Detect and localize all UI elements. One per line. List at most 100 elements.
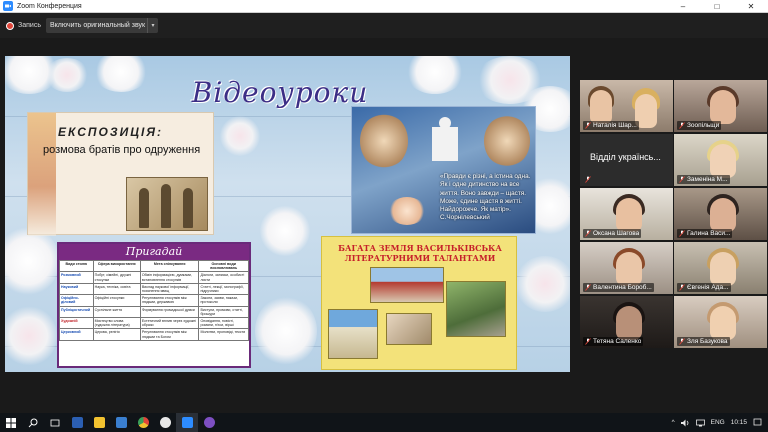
slide-title: Відеоуроки bbox=[191, 76, 369, 109]
table-cell: Обмін інформацією, думками, встановлення… bbox=[139, 271, 200, 284]
participant-video bbox=[710, 306, 736, 340]
participant-tile[interactable]: Заменіна М... bbox=[674, 134, 767, 186]
participant-name-tag bbox=[583, 175, 595, 184]
mic-muted-icon bbox=[585, 284, 591, 291]
table-row: Розмовний Побут, сімейні, дружні стосунк… bbox=[59, 271, 249, 284]
participant-name-tag: Зля Базукова bbox=[677, 337, 730, 346]
blossom-decoration bbox=[45, 58, 89, 92]
table-row: Церковний Церква, релігія Регулювання ст… bbox=[59, 328, 249, 341]
figure-shape bbox=[183, 188, 193, 228]
windows-logo-icon bbox=[6, 417, 16, 428]
participant-tile[interactable]: Євгенія Ада... bbox=[674, 242, 767, 294]
zoom-app-icon bbox=[3, 1, 13, 11]
table-cell: Виступи, промови, статті, брошури bbox=[198, 305, 249, 319]
participant-name-tag: Зоопільщи bbox=[677, 121, 722, 130]
task-view-button[interactable] bbox=[44, 413, 66, 432]
start-button[interactable] bbox=[0, 413, 22, 432]
taskbar-app-store[interactable] bbox=[110, 413, 132, 432]
table-cell: Науковий bbox=[59, 282, 94, 296]
participant-name: Зля Базукова bbox=[687, 338, 728, 345]
taskbar-app-chrome[interactable] bbox=[132, 413, 154, 432]
participant-tile[interactable]: Наталія Шар... bbox=[580, 80, 673, 132]
blossom-decoration bbox=[255, 296, 317, 366]
monument-image bbox=[446, 281, 506, 337]
participant-name: Тетяна Саленко bbox=[593, 338, 642, 345]
figure-shape bbox=[161, 184, 171, 228]
taskbar-app-yandex[interactable] bbox=[154, 413, 176, 432]
participant-tile[interactable]: Зоопільщи bbox=[674, 80, 767, 132]
volume-icon[interactable] bbox=[680, 419, 690, 427]
window-title: Zoom Конференция bbox=[17, 2, 82, 10]
table-header: Мета спілкування bbox=[139, 259, 200, 273]
church-image bbox=[432, 127, 458, 161]
blossom-decoration bbox=[5, 306, 57, 366]
table-header-row: Види стилю Сфера використання Мета спілк… bbox=[59, 259, 249, 273]
taskbar-app-zoom[interactable] bbox=[176, 413, 198, 432]
blossom-decoration bbox=[515, 256, 570, 312]
table-cell: Виклад наукової інформації, пояснення яв… bbox=[139, 282, 200, 296]
record-button[interactable]: Запись bbox=[6, 19, 41, 32]
participant-name: Зоопільщи bbox=[687, 122, 720, 129]
participant-tile[interactable]: Відділ українсь... bbox=[580, 134, 673, 186]
participant-tile[interactable]: Зля Базукова bbox=[674, 296, 767, 348]
minimize-button[interactable]: – bbox=[666, 0, 700, 13]
close-button[interactable]: ✕ bbox=[734, 0, 768, 13]
table-cell: Офіційно-діловий bbox=[59, 294, 94, 307]
collage-card: «Правди є різні, а істина одна. Як і одн… bbox=[351, 106, 536, 234]
table-cell: Офіційні стосунки bbox=[92, 294, 141, 307]
clock[interactable]: 10:15 bbox=[731, 419, 747, 426]
table-cell: Публіцистичний bbox=[59, 305, 94, 319]
maximize-button[interactable]: □ bbox=[700, 0, 734, 13]
browser-icon bbox=[159, 417, 171, 428]
windows-taskbar: ^ ENG 10:15 bbox=[0, 413, 768, 432]
table-cell: Розмовний bbox=[59, 271, 94, 284]
chevron-down-icon[interactable]: ▾ bbox=[147, 18, 158, 33]
mic-muted-icon bbox=[585, 176, 591, 183]
search-button[interactable] bbox=[22, 413, 44, 432]
store-icon bbox=[115, 417, 127, 428]
window-titlebar: Zoom Конференция – □ ✕ bbox=[0, 0, 768, 13]
network-icon[interactable] bbox=[695, 419, 705, 427]
participant-tile[interactable]: Галина Васи... bbox=[674, 188, 767, 240]
input-language[interactable]: ENG bbox=[711, 419, 725, 426]
mic-muted-icon bbox=[585, 230, 591, 237]
sleeping-child-image bbox=[388, 197, 426, 225]
search-icon bbox=[28, 418, 38, 427]
writing-image bbox=[386, 313, 432, 345]
participant-video bbox=[710, 144, 736, 178]
participant-tile[interactable]: Тетяна Саленко bbox=[580, 296, 673, 348]
folder-icon bbox=[93, 417, 105, 428]
taskbar-app-word[interactable] bbox=[66, 413, 88, 432]
mic-muted-icon bbox=[679, 338, 685, 345]
participant-name: Оксана Шагова bbox=[593, 230, 640, 237]
participant-video bbox=[616, 198, 642, 232]
original-sound-button[interactable]: Включить оригинальный звук ▾ bbox=[46, 18, 158, 33]
table-row: Художній Мистецтво слова (художня літера… bbox=[59, 317, 249, 330]
tray-overflow-icon[interactable]: ^ bbox=[672, 419, 675, 426]
taskbar-app-explorer[interactable] bbox=[88, 413, 110, 432]
shared-screen-area: Відеоуроки ЕКСПОЗИЦІЯ: розмова братів пр… bbox=[0, 38, 768, 413]
blossom-decoration bbox=[220, 116, 260, 156]
styles-table-card: Пригадай Види стилю Сфера використання М… bbox=[57, 242, 251, 368]
task-view-icon bbox=[50, 419, 60, 426]
participant-tile[interactable]: Валентина Бороб... bbox=[580, 242, 673, 294]
table-cell: Формування громадської думки bbox=[139, 305, 200, 319]
exposition-card: ЕКСПОЗИЦІЯ: розмова братів про одруження bbox=[27, 112, 214, 236]
participant-name: Заменіна М... bbox=[687, 176, 728, 183]
mic-muted-icon bbox=[679, 176, 685, 183]
notification-icon[interactable] bbox=[753, 418, 762, 427]
table-cell: Закони, заяви, накази, протоколи bbox=[198, 294, 249, 307]
exposition-title: ЕКСПОЗИЦІЯ: bbox=[58, 125, 164, 139]
participant-name-tag: Галина Васи... bbox=[677, 229, 733, 238]
participant-video bbox=[590, 90, 612, 124]
taskbar-app-viber[interactable] bbox=[198, 413, 220, 432]
cathedral-image bbox=[328, 309, 378, 359]
participant-name-tag: Євгенія Ада... bbox=[677, 283, 731, 292]
participant-name-tag: Валентина Бороб... bbox=[583, 283, 654, 292]
participant-tile[interactable]: Оксана Шагова bbox=[580, 188, 673, 240]
meeting-toolbar: Запись Включить оригинальный звук ▾ bbox=[0, 13, 768, 38]
museum-building-image bbox=[370, 267, 444, 303]
zoom-icon bbox=[181, 417, 193, 428]
vasylkiv-talents-card: БАГАТА ЗЕМЛЯ ВАСИЛЬКІВСЬКА ЛІТЕРАТУРНИМИ… bbox=[321, 236, 517, 370]
blossom-decoration bbox=[405, 56, 465, 94]
